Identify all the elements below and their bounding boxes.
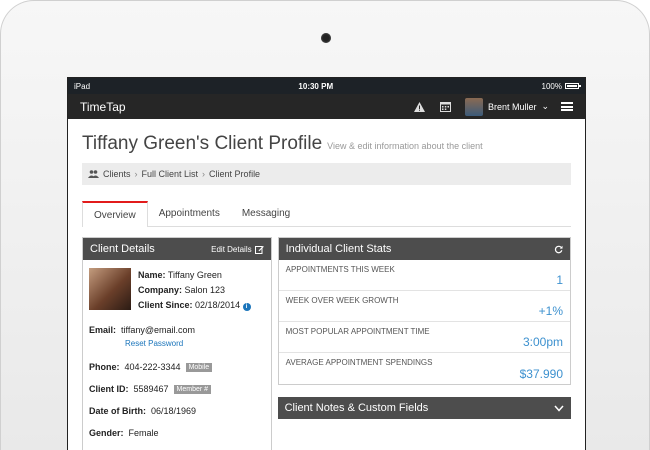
client-details-panel: Client Details Edit Details Name: Tiffan… (82, 237, 272, 450)
breadcrumb: Clients › Full Client List › Client Prof… (82, 163, 571, 185)
info-icon[interactable]: i (242, 303, 251, 311)
dob-label: Date of Birth: (89, 406, 146, 416)
phone-type-badge: Mobile (185, 362, 213, 372)
panels: Client Details Edit Details Name: Tiffan… (82, 237, 571, 450)
reset-password-link[interactable]: Reset Password (125, 339, 271, 348)
client-photo (89, 268, 131, 310)
client-id-row: Client ID: 5589467 Member # (83, 384, 271, 394)
tab-appointments[interactable]: Appointments (148, 201, 231, 226)
stat-label: Average appointment spendings (285, 358, 433, 367)
camera-dot (321, 33, 331, 43)
stat-row: Week over week growth +1% (278, 291, 570, 322)
breadcrumb-clients[interactable]: Clients (103, 169, 131, 179)
client-name: Tiffany Green (167, 270, 222, 280)
refresh-icon[interactable] (554, 245, 563, 254)
battery-icon (564, 83, 581, 89)
user-avatar (464, 97, 483, 116)
client-dob: 06/18/1969 (151, 406, 197, 416)
client-stats-panel: Individual Client Stats Appointments thi… (277, 237, 571, 385)
page-subtitle: View & edit information about the client (327, 141, 483, 151)
menu-icon[interactable] (561, 102, 573, 111)
stat-value: 1 (556, 273, 563, 287)
ipad-frame: iPad 10:30 PM 100% TimeTap Brent Muller … (0, 0, 650, 450)
phone-label: Phone: (89, 362, 120, 372)
client-id: 5589467 (133, 384, 169, 394)
status-bar: iPad 10:30 PM 100% (68, 78, 585, 94)
client-details-title: Client Details (90, 243, 155, 255)
stat-label: Most popular appointment time (285, 327, 430, 336)
client-identity-fields: Name: Tiffany Green Company: Salon 123 C… (138, 268, 251, 313)
client-stats-title: Individual Client Stats (285, 243, 392, 255)
breadcrumb-client-profile: Client Profile (209, 169, 261, 179)
stat-value: $37.990 (519, 367, 563, 381)
device-label: iPad (74, 81, 91, 91)
battery: 100% (541, 81, 581, 91)
clock: 10:30 PM (298, 81, 334, 91)
page-title: Tiffany Green's Client Profile (82, 133, 323, 154)
user-name: Brent Muller (487, 101, 537, 112)
stat-value: +1% (538, 304, 563, 318)
stat-label: Week over week growth (285, 296, 399, 305)
chevron-down-icon: ⌄ (541, 101, 549, 111)
stat-label: Appointments this week (285, 265, 395, 274)
stat-row: Appointments this week 1 (278, 260, 570, 291)
warning-icon[interactable] (413, 100, 427, 114)
chevron-down-icon[interactable] (554, 405, 564, 412)
app-bar: TimeTap Brent Muller ⌄ (68, 94, 585, 119)
tab-messaging[interactable]: Messaging (231, 201, 301, 226)
client-notes-header[interactable]: Client Notes & Custom Fields (277, 397, 571, 419)
client-id-label: Client ID: (89, 384, 129, 394)
app-bar-actions: Brent Muller ⌄ (413, 97, 573, 116)
edit-icon (254, 245, 264, 254)
battery-percent: 100% (541, 81, 562, 91)
edit-details-label: Edit Details (211, 244, 252, 254)
chevron-right-icon: › (134, 169, 138, 179)
client-email: tiffany@email.com (121, 325, 196, 335)
client-notes-title: Client Notes & Custom Fields (284, 402, 429, 414)
company-label: Company: (138, 285, 183, 295)
brand-logo[interactable]: TimeTap (80, 100, 126, 114)
gender-row: Gender: Female (83, 428, 271, 438)
stat-row: Most popular appointment time 3:00pm (278, 322, 570, 353)
breadcrumb-full-client-list[interactable]: Full Client List (142, 169, 199, 179)
user-menu[interactable]: Brent Muller ⌄ (464, 97, 549, 116)
users-icon (88, 170, 99, 178)
member-badge: Member # (173, 384, 212, 394)
screen: iPad 10:30 PM 100% TimeTap Brent Muller … (67, 77, 586, 450)
tab-bar: Overview Appointments Messaging (82, 201, 571, 227)
stat-value: 3:00pm (522, 335, 563, 349)
client-notes-panel: Client Notes & Custom Fields (277, 397, 571, 419)
title-row: Tiffany Green's Client Profile View & ed… (82, 133, 571, 155)
gender-label: Gender: (89, 428, 124, 438)
email-label: Email: (89, 325, 117, 335)
tab-overview[interactable]: Overview (82, 201, 148, 227)
edit-details-button[interactable]: Edit Details (211, 244, 264, 254)
main-content: Tiffany Green's Client Profile View & ed… (68, 133, 585, 450)
client-gender: Female (128, 428, 159, 438)
dob-row: Date of Birth: 06/18/1969 (83, 406, 271, 416)
client-company: Salon 123 (184, 285, 226, 295)
client-stats-header: Individual Client Stats (278, 238, 570, 260)
client-phone: 404-222-3344 (124, 362, 181, 372)
email-row: Email: tiffany@email.com (83, 325, 271, 335)
stat-row: Average appointment spendings $37.990 (279, 353, 570, 384)
client-details-header: Client Details Edit Details (83, 238, 271, 260)
client-since: 02/18/2014 (195, 300, 241, 310)
right-column: Individual Client Stats Appointments thi… (277, 237, 571, 450)
calendar-icon[interactable] (439, 100, 453, 114)
since-label: Client Since: (138, 300, 193, 310)
name-label: Name: (138, 270, 166, 280)
chevron-right-icon: › (202, 169, 206, 179)
phone-row: Phone: 404-222-3344 Mobile (83, 362, 271, 372)
client-identity: Name: Tiffany Green Company: Salon 123 C… (83, 260, 271, 313)
